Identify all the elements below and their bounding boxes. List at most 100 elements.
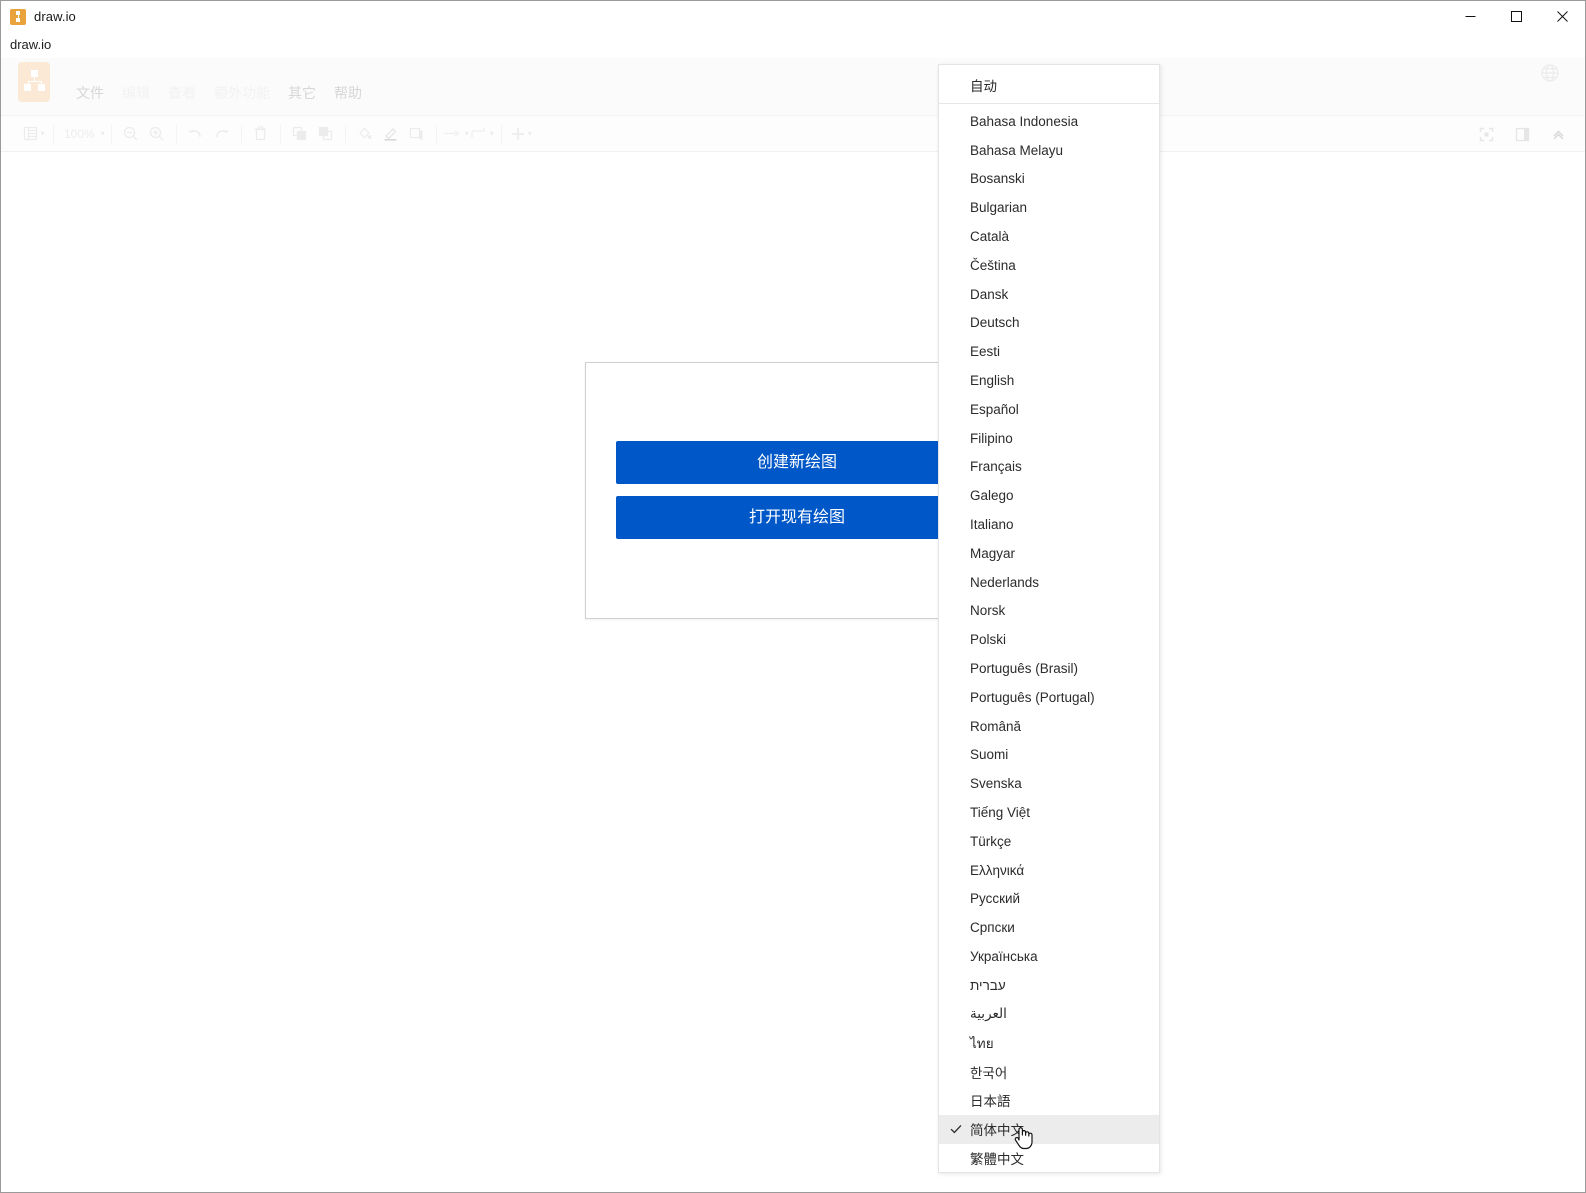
language-option[interactable]: 한국어	[939, 1057, 1159, 1086]
delete-icon[interactable]	[248, 119, 274, 149]
language-option-label: Català	[970, 229, 1009, 244]
main-toolbar: ▾ 100% ▾	[1, 116, 1585, 152]
language-option[interactable]: Suomi	[939, 741, 1159, 770]
language-option[interactable]: Türkçe	[939, 827, 1159, 856]
chevron-down-icon: ▾	[528, 129, 532, 138]
minimize-button[interactable]	[1447, 1, 1493, 32]
menu-item-extras[interactable]: 额外功能	[205, 79, 279, 107]
zoom-level-label: 100%	[60, 127, 99, 141]
insert-icon[interactable]: ▾	[508, 119, 534, 149]
language-option[interactable]: Bulgarian	[939, 193, 1159, 222]
create-new-diagram-button[interactable]: 创建新绘图	[616, 441, 978, 484]
waypoints-icon[interactable]: ▾	[469, 119, 495, 149]
undo-icon[interactable]	[183, 119, 209, 149]
language-option[interactable]: Bosanski	[939, 165, 1159, 194]
to-back-icon[interactable]	[313, 119, 339, 149]
connection-arrow-icon[interactable]: ▾	[443, 119, 469, 149]
language-option[interactable]: Filipino	[939, 424, 1159, 453]
language-option[interactable]: עברית	[939, 971, 1159, 1000]
close-button[interactable]	[1539, 1, 1585, 32]
format-panel-icon[interactable]	[1509, 119, 1535, 149]
language-option[interactable]: 简体中文	[939, 1115, 1159, 1144]
language-option[interactable]: Српски	[939, 913, 1159, 942]
fill-color-icon[interactable]	[352, 119, 378, 149]
language-option[interactable]: العربية	[939, 1000, 1159, 1029]
language-option[interactable]: 繁體中文	[939, 1144, 1159, 1173]
menu-items: 文件 编辑 查看 额外功能 其它 帮助	[67, 79, 371, 107]
language-option[interactable]: Polski	[939, 625, 1159, 654]
language-option[interactable]: 日本語	[939, 1086, 1159, 1115]
toolbar-right-group	[1473, 116, 1571, 152]
language-option-label: English	[970, 373, 1014, 388]
language-option-label: Bulgarian	[970, 200, 1027, 215]
minimize-icon	[1465, 11, 1476, 22]
language-option[interactable]: Galego	[939, 481, 1159, 510]
menu-item-view[interactable]: 查看	[159, 79, 205, 107]
menu-item-help[interactable]: 帮助	[325, 79, 371, 107]
collapse-toolbar-icon[interactable]	[1545, 119, 1571, 149]
language-option[interactable]: Deutsch	[939, 309, 1159, 338]
language-option[interactable]: Eesti	[939, 337, 1159, 366]
diagram-canvas[interactable]	[1, 153, 1585, 1192]
language-option[interactable]: Українська	[939, 942, 1159, 971]
language-option-label: 繁體中文	[970, 1148, 1024, 1168]
language-option-label: Português (Brasil)	[970, 661, 1078, 676]
language-option[interactable]: Magyar	[939, 539, 1159, 568]
language-option[interactable]: Norsk	[939, 597, 1159, 626]
redo-icon[interactable]	[209, 119, 235, 149]
menu-divider	[939, 103, 1159, 104]
globe-icon[interactable]	[1541, 64, 1559, 87]
language-option[interactable]: Português (Brasil)	[939, 654, 1159, 683]
window-title: draw.io	[34, 9, 76, 24]
shadow-icon[interactable]	[404, 119, 430, 149]
language-option[interactable]: Português (Portugal)	[939, 683, 1159, 712]
menu-item-other[interactable]: 其它	[279, 79, 325, 107]
language-option[interactable]: Čeština	[939, 251, 1159, 280]
to-front-icon[interactable]	[287, 119, 313, 149]
checkmark-icon	[949, 1122, 963, 1136]
toolbar-divider	[280, 125, 281, 143]
language-option[interactable]: ไทย	[939, 1029, 1159, 1058]
language-option-label: Português (Portugal)	[970, 690, 1095, 705]
zoom-in-icon[interactable]	[144, 119, 170, 149]
chevron-down-icon: ▾	[490, 129, 494, 138]
language-option[interactable]: Tiếng Việt	[939, 798, 1159, 827]
zoom-out-icon[interactable]	[118, 119, 144, 149]
zoom-level-selector[interactable]: 100% ▾	[60, 119, 105, 149]
language-option[interactable]: Français	[939, 453, 1159, 482]
language-option-label: Nederlands	[970, 575, 1039, 590]
language-option[interactable]: Dansk	[939, 280, 1159, 309]
language-option[interactable]: Nederlands	[939, 568, 1159, 597]
splash-buttons: 创建新绘图 打开现有绘图	[616, 441, 978, 551]
language-option[interactable]: Русский	[939, 885, 1159, 914]
line-color-icon[interactable]	[378, 119, 404, 149]
toolbar-divider	[345, 125, 346, 143]
menu-item-file[interactable]: 文件	[67, 79, 113, 107]
language-option-label: Español	[970, 402, 1019, 417]
language-option[interactable]: Bahasa Indonesia	[939, 107, 1159, 136]
language-option[interactable]: Svenska	[939, 769, 1159, 798]
language-option-label: ไทย	[970, 1032, 994, 1054]
fullscreen-icon[interactable]	[1473, 119, 1499, 149]
language-option-label: Русский	[970, 891, 1020, 906]
language-option-label: Galego	[970, 488, 1014, 503]
language-option-auto[interactable]: 自动	[939, 68, 1159, 101]
toolbar-divider	[53, 125, 54, 143]
chevron-down-icon: ▾	[101, 129, 105, 138]
language-option[interactable]: Català	[939, 222, 1159, 251]
language-option[interactable]: Español	[939, 395, 1159, 424]
menu-item-edit[interactable]: 编辑	[113, 79, 159, 107]
language-option-label: Bahasa Melayu	[970, 143, 1063, 158]
outline-panel-icon[interactable]: ▾	[21, 119, 47, 149]
language-option-label: Filipino	[970, 431, 1013, 446]
language-option[interactable]: English	[939, 366, 1159, 395]
open-existing-diagram-button[interactable]: 打开现有绘图	[616, 496, 978, 539]
language-option[interactable]: Italiano	[939, 510, 1159, 539]
language-option-label: Deutsch	[970, 315, 1020, 330]
language-option[interactable]: Română	[939, 712, 1159, 741]
language-option[interactable]: Ελληνικά	[939, 856, 1159, 885]
language-option-label: Čeština	[970, 258, 1016, 273]
maximize-button[interactable]	[1493, 1, 1539, 32]
language-option-label: Bahasa Indonesia	[970, 114, 1078, 129]
language-option[interactable]: Bahasa Melayu	[939, 136, 1159, 165]
